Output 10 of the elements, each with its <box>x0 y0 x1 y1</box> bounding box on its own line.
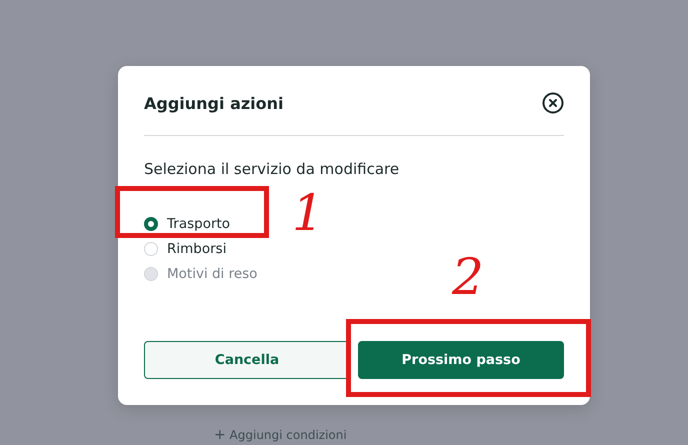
annotation-number: 2 <box>452 252 484 302</box>
section-heading: Seleziona il servizio da modificare <box>144 160 400 178</box>
annotation-number: 1 <box>292 188 324 238</box>
next-button[interactable]: Prossimo passo <box>358 341 564 379</box>
dialog-title: Aggiungi azioni <box>144 94 284 112</box>
option-label: Motivi di reso <box>167 266 258 282</box>
close-icon[interactable] <box>542 92 564 114</box>
option-label: Rimborsi <box>167 241 226 257</box>
radio-button[interactable] <box>144 217 158 231</box>
option-label: Trasporto <box>167 216 230 232</box>
